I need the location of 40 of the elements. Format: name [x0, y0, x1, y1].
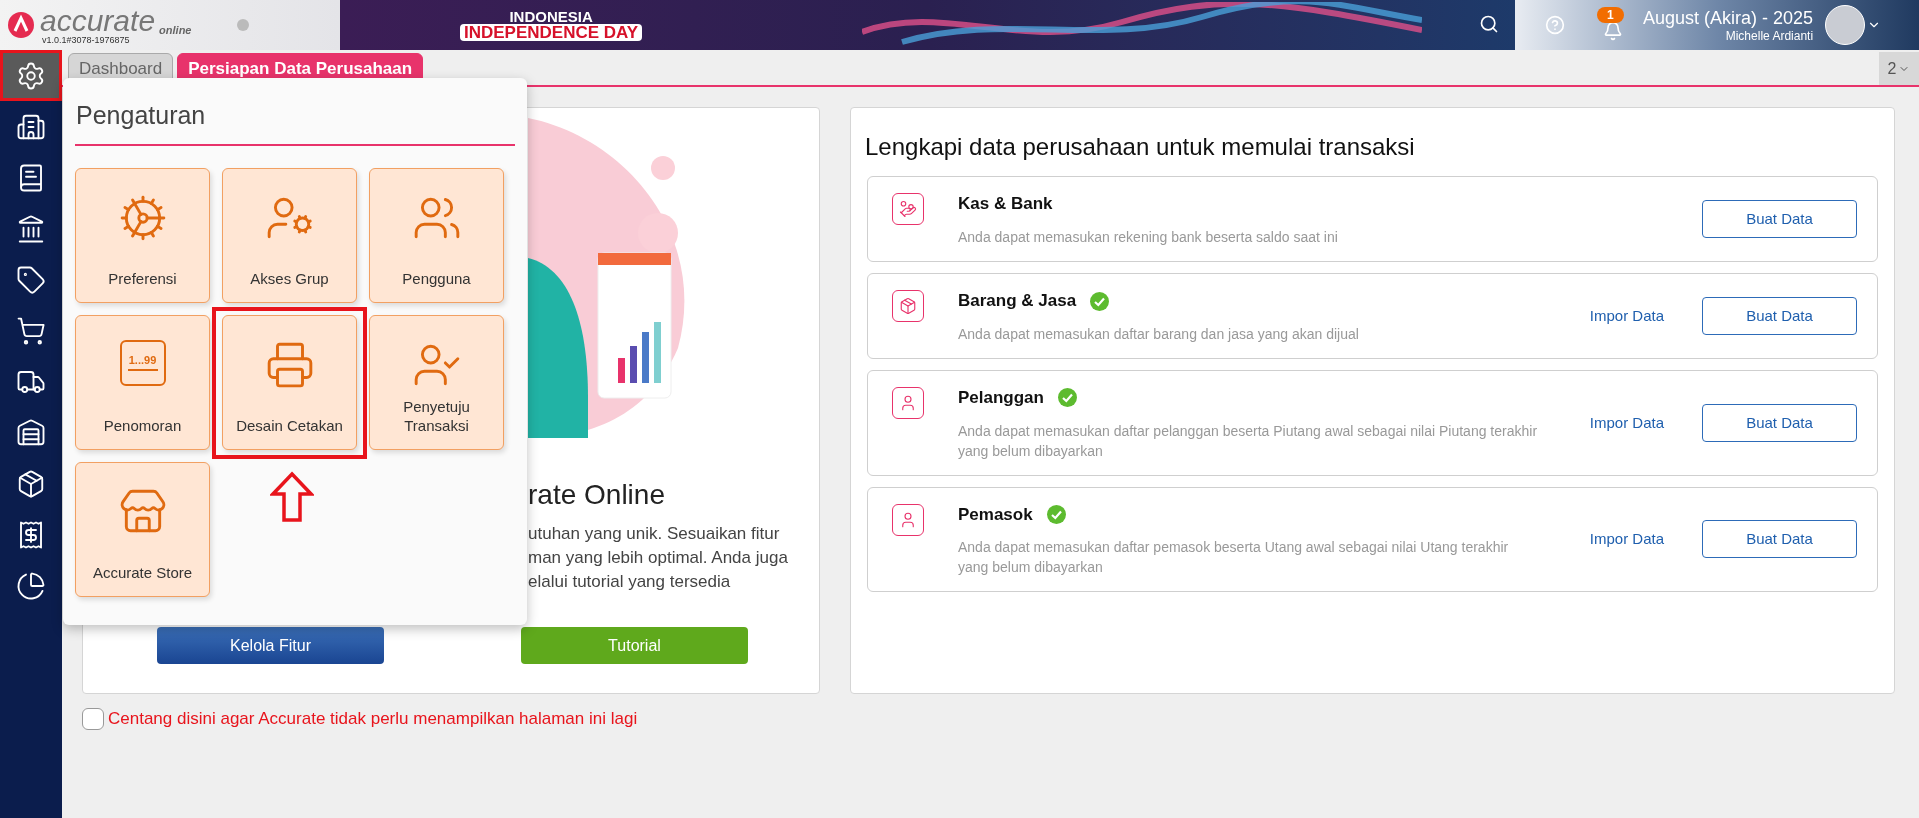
- item-title: Barang & Jasa: [958, 290, 1077, 313]
- description-line: utuhan yang unik. Sesuaikan fitur: [528, 523, 781, 545]
- notification-badge: 1: [1597, 7, 1624, 23]
- item-title: Kas & Bank: [958, 193, 1053, 216]
- version-text: v1.0.1#3078-1976875: [42, 35, 131, 45]
- settings-tile[interactable]: Accurate Store: [75, 462, 210, 597]
- description-line: elalui tutorial yang tersedia: [528, 571, 732, 593]
- card-title: Lengkapi data perusahaan untuk memulai transaksi: [865, 132, 1416, 162]
- item-title: Pelanggan: [958, 387, 1044, 409]
- tab-count-dropdown[interactable]: 2: [1879, 52, 1919, 85]
- settings-tile[interactable]: Preferensi: [75, 168, 210, 303]
- settings-tile[interactable]: Desain Cetakan: [222, 315, 357, 450]
- logo-text: accurate: [40, 5, 156, 36]
- settings-tile[interactable]: 1...99 Penomoran: [75, 315, 210, 450]
- item-description: Anda dapat memasukan daftar pemasok beserta Utang awal sebagai nilai Utang terakhir yang belum dibayarkan: [958, 538, 1510, 577]
- settings-tile[interactable]: Pengguna: [369, 168, 504, 303]
- logo-subtitle: online: [159, 24, 192, 36]
- description-line: man yang lebih optimal. Anda juga: [528, 547, 789, 569]
- checkbox-label: Centang disini agar Accurate tidak perlu menampilkan halaman ini lagi: [108, 708, 638, 730]
- banner-title: INDONESIA: [509, 9, 593, 24]
- manage-features-button[interactable]: Kelola Fitur: [157, 627, 384, 664]
- import-link[interactable]: Impor Data: [1589, 411, 1664, 434]
- create-data-button[interactable]: Buat Data: [1702, 520, 1857, 559]
- settings-tile[interactable]: Penyetuju Transaksi: [369, 315, 504, 450]
- period-text: August (Akira) - 2025: [1643, 7, 1814, 29]
- banner-title: INDEPENDENCE DAY: [460, 24, 643, 41]
- numbering-icon: 1...99: [119, 340, 166, 386]
- item-description: Anda dapat memasukan rekening bank beserta saldo saat ini: [958, 227, 1339, 247]
- card-heading: rate Online: [528, 478, 666, 512]
- item-description: Anda dapat memasukan daftar barang dan jasa yang akan dijual: [958, 324, 1360, 344]
- create-data-button[interactable]: Buat Data: [1702, 403, 1857, 442]
- create-data-button[interactable]: Buat Data: [1702, 297, 1857, 335]
- item-description: Anda dapat memasukan daftar pelanggan beserta Piutang awal sebagai nilai Piutang terakhir yang belum dibayarkan: [958, 421, 1538, 461]
- menu-title: Pengaturan: [76, 100, 207, 130]
- import-link[interactable]: Impor Data: [1589, 528, 1664, 551]
- item-title: Pemasok: [958, 503, 1033, 526]
- create-data-button[interactable]: Buat Data: [1702, 200, 1857, 238]
- import-link[interactable]: Impor Data: [1589, 304, 1664, 328]
- settings-tile[interactable]: Akses Grup: [222, 168, 357, 303]
- user-name: Michelle Ardianti: [1725, 29, 1814, 43]
